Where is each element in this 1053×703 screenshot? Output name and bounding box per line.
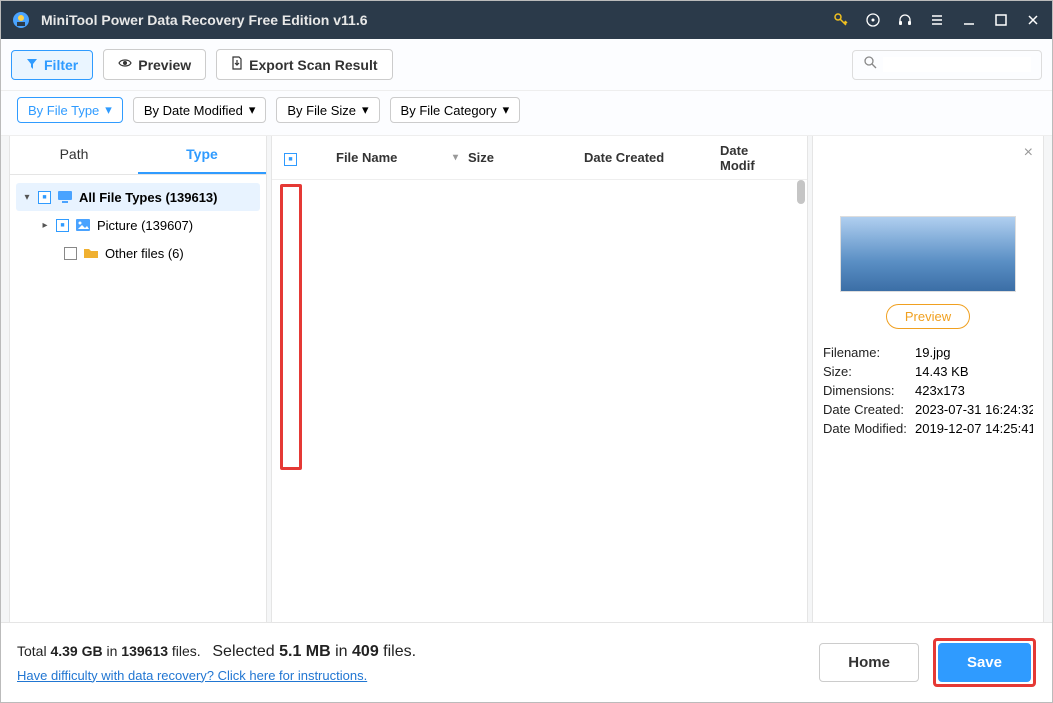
search-input[interactable] [883,57,1031,72]
export-label: Export Scan Result [249,57,377,73]
col-created[interactable]: Date Created [584,150,720,165]
annotation-box: Save [933,638,1036,687]
chevron-right-icon: ▸ [38,220,52,231]
scrollbar[interactable] [797,180,805,204]
col-modified[interactable]: Date Modif [720,143,786,173]
picture-icon [75,217,91,233]
filter-by-date[interactable]: By Date Modified ▾ [133,97,267,123]
folder-icon [83,245,99,261]
tab-type[interactable]: Type [138,136,266,174]
meta-modified-v: 2019-12-07 14:25:41 [915,421,1033,436]
funnel-icon [26,57,38,73]
chevron-down-icon: ▾ [362,102,369,118]
filter-row: By File Type ▾ By Date Modified ▾ By File … [1,91,1052,136]
checkbox-empty[interactable] [64,247,77,260]
disc-icon[interactable] [864,11,882,29]
filter-by-category-label: By File Category [401,103,497,118]
close-icon[interactable] [1024,11,1042,29]
footer: Total 4.39 GB in 139613 files. Selected … [1,622,1052,702]
meta-filename-k: Filename: [823,345,915,360]
tree-other-label: Other files (6) [105,246,184,261]
filter-by-size[interactable]: By File Size ▾ [276,97,379,123]
preview-label: Preview [138,57,191,73]
meta-dim-k: Dimensions: [823,383,915,398]
menu-icon[interactable] [928,11,946,29]
tree-all-label: All File Types (139613) [79,190,218,205]
meta-size-k: Size: [823,364,915,379]
chevron-down-icon: ▾ [20,192,34,203]
tree-other[interactable]: Other files (6) [16,239,260,267]
main-area: Path Type ▾ All File Types (139613) ▸ Pi… [1,136,1052,658]
meta-modified-k: Date Modified: [823,421,915,436]
preview-panel: × Preview Filename:19.jpg Size:14.43 KB … [812,136,1044,658]
filter-button[interactable]: Filter [11,50,93,80]
sort-icon: ▾ [453,152,468,163]
meta-created-k: Date Created: [823,402,915,417]
export-icon [231,56,243,73]
close-icon[interactable]: × [1024,144,1033,162]
header-checkbox[interactable] [284,153,297,166]
chevron-down-icon: ▾ [503,102,510,118]
search-box[interactable] [852,50,1042,80]
file-grid: File Name▾ Size Date Created Date Modif [271,136,808,658]
export-button[interactable]: Export Scan Result [216,49,392,80]
save-button[interactable]: Save [938,643,1031,682]
preview-button[interactable]: Preview [103,49,206,80]
window-title: MiniTool Power Data Recovery Free Editio… [41,12,832,28]
footer-stats: Total 4.39 GB in 139613 files. Selected … [17,643,416,683]
eye-icon [118,56,132,73]
help-link[interactable]: Have difficulty with data recovery? Clic… [17,668,367,683]
meta-filename-v: 19.jpg [915,345,1033,360]
headphones-icon[interactable] [896,11,914,29]
meta-dim-v: 423x173 [915,383,1033,398]
checkbox-mixed[interactable] [56,219,69,232]
col-name[interactable]: File Name▾ [336,150,468,165]
checkbox-mixed[interactable] [38,191,51,204]
meta-created-v: 2023-07-31 16:24:32 [915,402,1033,417]
grid-header: File Name▾ Size Date Created Date Modif [272,136,807,180]
filter-by-category[interactable]: By File Category ▾ [390,97,521,123]
tree: ▾ All File Types (139613) ▸ Picture (139… [10,175,266,275]
app-logo-icon [11,10,31,30]
title-bar: MiniTool Power Data Recovery Free Editio… [1,1,1052,39]
tab-path[interactable]: Path [10,136,138,174]
tree-picture[interactable]: ▸ Picture (139607) [16,211,260,239]
preview-meta: Filename:19.jpg Size:14.43 KB Dimensions… [813,329,1043,456]
toolbar: Filter Preview Export Scan Result [1,39,1052,91]
tree-all-types[interactable]: ▾ All File Types (139613) [16,183,260,211]
preview-open-button[interactable]: Preview [886,304,970,329]
chevron-down-icon: ▾ [249,102,256,118]
filter-by-size-label: By File Size [287,103,356,118]
col-size[interactable]: Size [468,150,584,165]
filter-by-date-label: By Date Modified [144,103,243,118]
search-icon [863,55,877,74]
chevron-down-icon: ▾ [105,102,112,118]
filter-by-type-label: By File Type [28,103,99,118]
maximize-icon[interactable] [992,11,1010,29]
preview-image [840,216,1016,292]
grid-body [272,180,807,657]
filter-label: Filter [44,57,78,73]
key-icon[interactable] [832,11,850,29]
home-button[interactable]: Home [819,643,919,682]
minimize-icon[interactable] [960,11,978,29]
sidebar-tabs: Path Type [10,136,266,175]
meta-size-v: 14.43 KB [915,364,1033,379]
tree-picture-label: Picture (139607) [97,218,193,233]
sidebar: Path Type ▾ All File Types (139613) ▸ Pi… [9,136,267,658]
filter-by-type[interactable]: By File Type ▾ [17,97,123,123]
monitor-icon [57,189,73,205]
